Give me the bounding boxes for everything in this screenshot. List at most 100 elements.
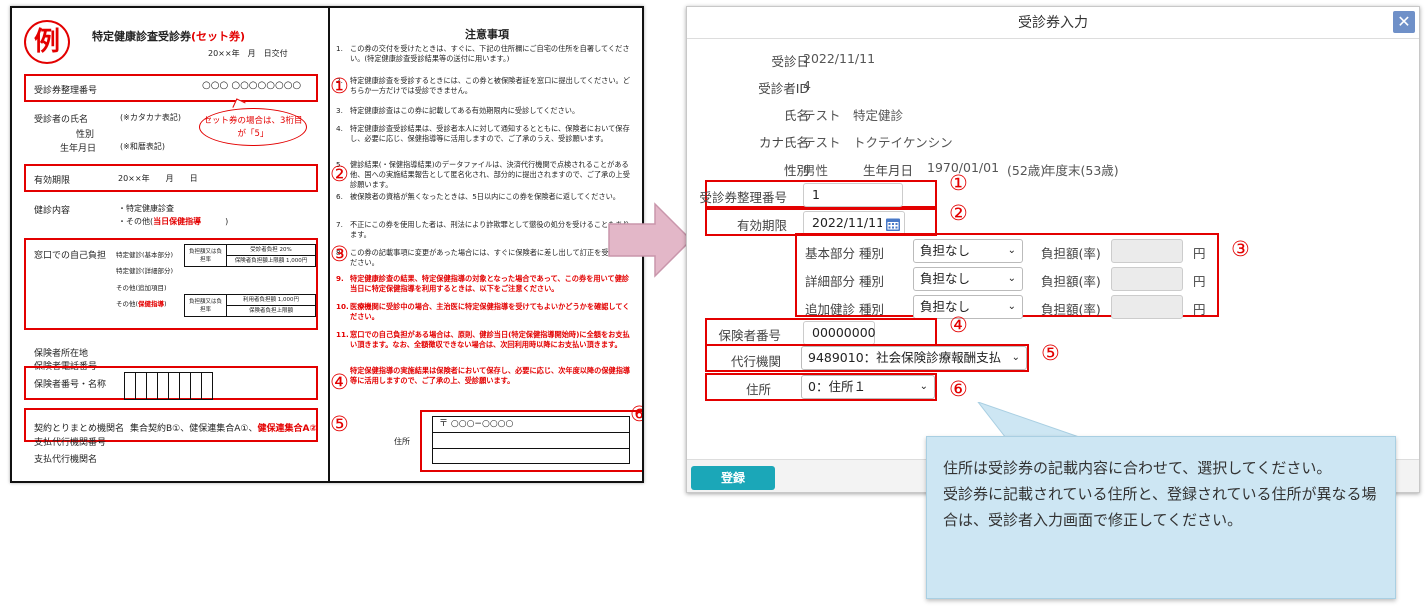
ticket-document: 例 特定健康診査受診券(セット券) 20××年 月 日交付 受診券整理番号 ○○…: [10, 6, 644, 483]
copay-type-value: 負担なし: [920, 243, 971, 258]
copay-type-select[interactable]: 負担なし ⌄: [913, 267, 1023, 291]
marker-1: ①: [330, 74, 349, 98]
sex-value: 男性: [803, 163, 829, 178]
note-text: 不正にこの券を使用した者は、刑法により詐欺罪として懲役の処分を受けることもありま…: [350, 220, 630, 239]
patient-id-value: 4: [803, 78, 811, 93]
copay-amount-label: 負担額(率): [1041, 274, 1101, 289]
validity-input[interactable]: 2022/11/11: [803, 211, 905, 235]
name-value: テスト 特定健診: [803, 108, 904, 123]
notes-title: 注意事項: [465, 28, 509, 41]
name-note: (※カタカナ表記): [120, 113, 181, 122]
note-item: 2. 特定健康診査を受診するときには、この券と被保険者証を窓口に提出してください。…: [336, 76, 632, 96]
issue-date: 20××年 月 日交付: [208, 49, 288, 58]
note-number: 11.: [336, 330, 349, 339]
marker-3: ③: [330, 242, 349, 266]
note-item: 11. 窓口での自己負担がある場合は、原則、健診当日(特定保健指導開始時)に全額を…: [336, 330, 632, 350]
copay-amount-label: 負担額(率): [1041, 302, 1101, 317]
ticket-number-value: ○○○ ○○○○○○○○: [202, 80, 302, 91]
copay-amount-input[interactable]: [1111, 239, 1183, 263]
copay-type-value: 負担なし: [920, 271, 971, 286]
fiscal-age-value: 年度末(53歳): [1043, 163, 1119, 178]
kana-value: テスト トクテイケンシン: [803, 135, 953, 150]
marker-2: ②: [330, 162, 349, 186]
copay-unit-label: 円: [1193, 274, 1206, 289]
example-stamp: 例: [24, 20, 70, 64]
note-text: 特定保健指導の実施結果は保険者において保存し、必要に応じ、次年度以降の保健指導等…: [350, 366, 631, 385]
note-text: 特定健康診査はこの券に記載してある有効期限内に受診してください。: [350, 106, 580, 115]
note-text: 窓口での自己負担がある場合は、原則、健診当日(特定保健指導開始時)に全額をお支払…: [350, 330, 630, 349]
payer-number-label: 支払代行機関番号: [34, 438, 107, 448]
marker-3: ③: [1231, 237, 1250, 261]
copay-row-4: その他(保健指導): [116, 300, 167, 308]
callout-line-1: 住所は受診券の記載内容に合わせて、選択してください。: [943, 459, 1332, 477]
insurer-number-input[interactable]: 00000000: [803, 321, 876, 345]
ticket-number-input[interactable]: 1: [803, 183, 903, 207]
exam-date-value: 2022/11/11: [803, 51, 876, 66]
insurer-number-label: 保険者番号: [718, 328, 781, 343]
agency-select[interactable]: 9489010：社会保険診療報酬支払基金⌄: [801, 346, 1027, 387]
note-text: この券の交付を受けたときは、すぐに、下記の住所欄にご自宅の住所を自署してください…: [350, 44, 630, 63]
note-number: 10.: [336, 302, 349, 311]
name-label: 受診者の氏名: [34, 115, 89, 125]
sex-label: 性別: [76, 130, 95, 140]
copay-type-label: 種別: [859, 274, 885, 289]
note-text: 特定健康診査の結果、特定保健指導の対象となった場合であって、この券を用いて健診当…: [350, 274, 630, 293]
note-item: 6. 被保険者の資格が無くなったときは、5日以内にこの券を保険者に返してください。: [336, 192, 632, 202]
copay-type-select[interactable]: 負担なし ⌄: [913, 239, 1023, 263]
register-button[interactable]: 登録: [691, 466, 775, 490]
insurer-number-cells: [124, 372, 213, 400]
chevron-down-icon: ⌄: [1007, 301, 1016, 312]
note-number: 4.: [336, 124, 343, 133]
copay-row-3: その他(追加項目): [116, 284, 167, 292]
marker-box-6: [420, 410, 642, 472]
marker-2: ②: [949, 201, 968, 225]
exam-label: 健診内容: [34, 206, 71, 216]
insurer-number-label: 保険者番号・名称: [34, 380, 107, 390]
marker-4: ④: [330, 370, 349, 394]
copay-table-bottom: 負担額又は負担率 利用者負担額 1,000円 保険者負担上限額: [184, 294, 316, 317]
patient-id-label: 受診者ID: [758, 81, 809, 96]
note-text: 医療機関に受診中の場合、主治医に特定保健指導を受けてもよいかどうかを確認してくだ…: [350, 302, 630, 321]
age-value: (52歳): [1007, 163, 1046, 178]
birth-note: (※和暦表記): [120, 142, 165, 151]
copay-table-top: 負担額又は負担率 受診者負担 20% 保険者負担額上限額 1,000円: [184, 244, 316, 267]
note-item: 3. 特定健康診査はこの券に記載してある有効期限内に受診してください。: [336, 106, 632, 116]
close-button[interactable]: ✕: [1393, 11, 1415, 33]
copay-amount-input[interactable]: [1111, 267, 1183, 291]
note-item: 7. 不正にこの券を使用した者は、刑法により詐欺罪として懲役の処分を受けることもあ…: [336, 220, 632, 240]
ticket-number-label: 受診券整理番号: [34, 86, 98, 96]
note-number: 3.: [336, 106, 343, 115]
note-item: 特定保健指導の実施結果は保険者において保存し、必要に応じ、次年度以降の保健指導等…: [350, 366, 632, 386]
note-number: 9.: [336, 274, 344, 283]
ticket-left-panel: 例 特定健康診査受診券(セット券) 20××年 月 日交付 受診券整理番号 ○○…: [12, 8, 328, 481]
address-select[interactable]: 0：住所１ ⌄: [801, 375, 935, 399]
copay-unit-label: 円: [1193, 302, 1206, 317]
marker-6: ⑥: [949, 377, 968, 401]
note-text: 特定健康診査受診結果は、受診者本人に対して通知するとともに、保険者において保存し…: [350, 124, 630, 143]
address-label: 住所: [745, 382, 771, 397]
chevron-down-icon: ⌄: [919, 381, 928, 392]
birth-label: 生年月日: [60, 144, 97, 154]
copay-amount-label: 負担額(率): [1041, 246, 1101, 261]
chevron-down-icon: ⌄: [1007, 273, 1016, 284]
marker-5: ⑤: [1041, 341, 1060, 365]
callout-line-2: 受診券に記載されている住所と、登録されている住所が異なる場合は、受診者入力画面で…: [943, 485, 1377, 529]
ticket-number-label: 受診券整理番号: [699, 190, 787, 205]
note-item: 4. 特定健康診査受診結果は、受診者本人に対して通知するとともに、保険者において保…: [336, 124, 632, 144]
birth-label: 生年月日: [863, 163, 914, 178]
copay-type-value: 負担なし: [920, 299, 971, 314]
copay-type-select[interactable]: 負担なし ⌄: [913, 295, 1023, 319]
copay-unit-label: 円: [1193, 246, 1206, 261]
ticket-title: 特定健康診査受診券(セット券): [92, 30, 246, 43]
exam-item-2: ・その他(当日保健指導): [118, 217, 229, 226]
note-text: 健診結果(・保健指導結果)のデータファイルは、決済代行機関で点検されることがある…: [350, 160, 630, 189]
copay-amount-input[interactable]: [1111, 295, 1183, 319]
contract-value: 集合契約B①、健保連集合A①、健保連集合A②: [130, 424, 318, 434]
note-number: 7.: [336, 220, 343, 229]
copay-section-label: 詳細部分: [805, 274, 856, 289]
kana-label: カナ氏名: [758, 135, 809, 150]
agency-label: 代行機関: [730, 354, 781, 369]
copay-row-2: 特定健診(詳細部分): [116, 267, 174, 275]
calendar-icon[interactable]: [882, 213, 904, 235]
copay-section-label: 追加健診: [805, 302, 856, 317]
